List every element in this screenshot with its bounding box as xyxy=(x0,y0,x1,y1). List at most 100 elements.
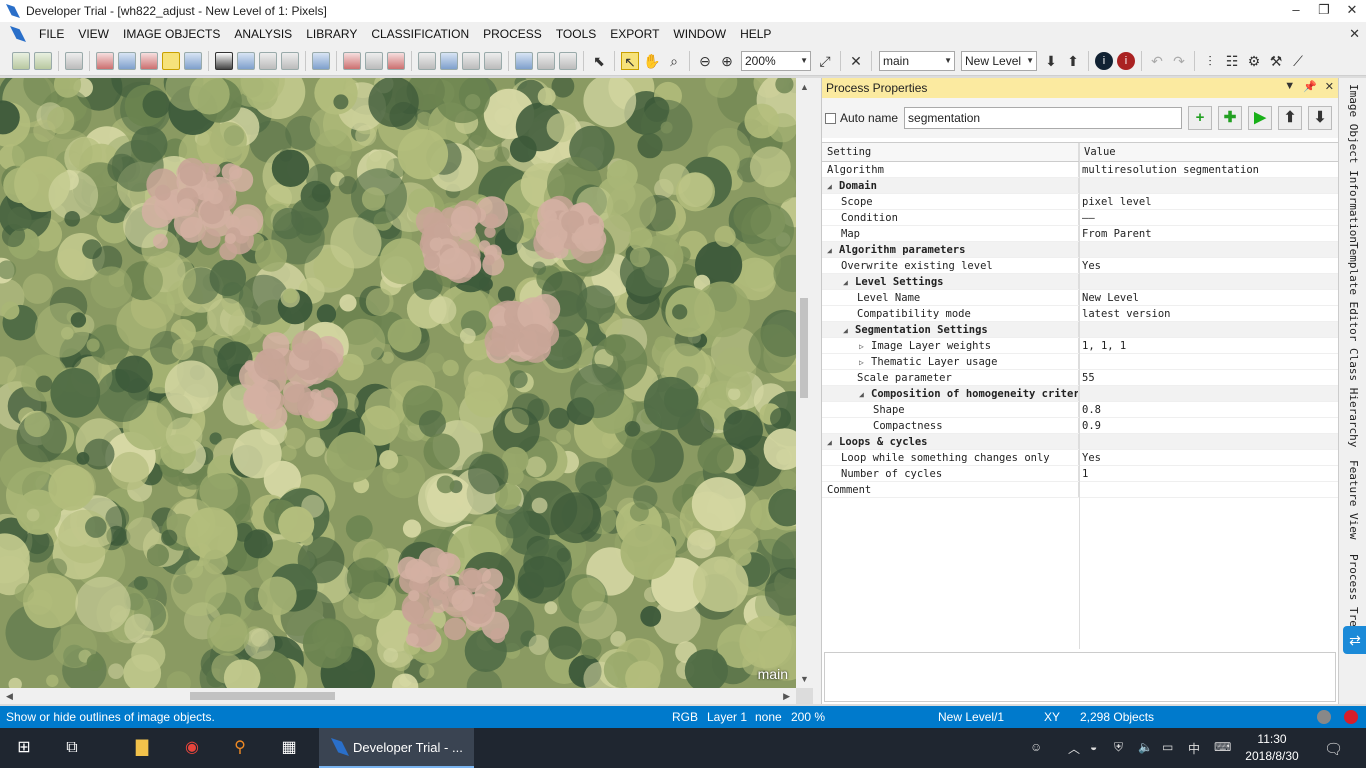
rule-set-icon[interactable] xyxy=(162,51,180,70)
menu-file[interactable]: FILE xyxy=(32,22,71,46)
zoom-to-window-icon[interactable]: ⤢ xyxy=(816,52,834,70)
pan-hand-icon[interactable]: ✋ xyxy=(643,52,661,70)
move-up-button[interactable]: ⬆ xyxy=(1278,106,1303,130)
process-name-input[interactable]: segmentation xyxy=(904,107,1183,129)
pin-icon[interactable]: 📌 xyxy=(1303,80,1317,93)
network-icon[interactable]: ▭ xyxy=(1162,740,1173,754)
people-icon[interactable]: ☺ xyxy=(1030,740,1042,754)
tools-icon[interactable]: ⚒ xyxy=(1267,52,1285,70)
table-row[interactable]: Compactness 0.9 xyxy=(822,418,1339,434)
value-cell[interactable]: From Parent xyxy=(1079,226,1339,241)
column-header-value[interactable]: Value xyxy=(1079,143,1339,161)
delete-level-icon[interactable]: ✕ xyxy=(847,52,865,70)
menu-process[interactable]: PROCESS xyxy=(476,22,549,46)
manage-parameters-icon[interactable]: ☷ xyxy=(1223,52,1241,70)
table-row[interactable]: ◢ Composition of homogeneity criterion xyxy=(822,386,1339,402)
process-tree-icon[interactable] xyxy=(118,51,136,70)
table-row[interactable]: ◢ Algorithm parameters xyxy=(822,242,1339,258)
value-cell[interactable] xyxy=(1079,242,1339,257)
auto-name-checkbox[interactable] xyxy=(825,112,836,124)
object-table-icon[interactable] xyxy=(515,51,533,70)
help-icon[interactable]: i xyxy=(1117,51,1135,70)
collapse-icon[interactable]: ◢ xyxy=(827,179,839,193)
column-header-setting[interactable]: Setting xyxy=(822,143,1079,161)
tray-app-icon[interactable]: ◒ xyxy=(1090,740,1097,754)
color-mode-icon[interactable] xyxy=(365,51,383,70)
table-row[interactable]: ◢ Level Settings xyxy=(822,274,1339,290)
table-row[interactable]: ◢ Segmentation Settings xyxy=(822,322,1339,338)
file-explorer-icon[interactable]: ▇ xyxy=(130,736,154,760)
load-image-icon[interactable] xyxy=(12,51,30,70)
minimize-button[interactable]: – xyxy=(1282,0,1310,22)
scroll-right-icon[interactable]: ▶ xyxy=(783,688,790,704)
table-row[interactable]: Number of cycles 1 xyxy=(822,466,1339,482)
table-row[interactable]: Map From Parent xyxy=(822,226,1339,242)
table-row[interactable]: Overwrite existing level Yes xyxy=(822,258,1339,274)
table-row[interactable]: Scope pixel level xyxy=(822,194,1339,210)
collapse-icon[interactable]: ◢ xyxy=(827,243,839,257)
table-row[interactable]: ▷ Thematic Layer usage xyxy=(822,354,1339,370)
manual-edit-icon[interactable] xyxy=(559,51,577,70)
clock[interactable]: 11:30 2018/8/30 xyxy=(1242,731,1302,765)
side-by-side-icon[interactable] xyxy=(462,51,480,70)
collapse-icon[interactable]: ◢ xyxy=(827,435,839,449)
view-layers-icon[interactable] xyxy=(215,51,233,70)
map-select[interactable]: main ▼ xyxy=(879,50,955,71)
menu-classification[interactable]: CLASSIFICATION xyxy=(364,22,476,46)
zoom-out-icon[interactable]: ⊖ xyxy=(696,52,714,70)
value-cell[interactable]: latest version xyxy=(1079,306,1339,321)
menu-help[interactable]: HELP xyxy=(733,22,778,46)
value-cell[interactable]: pixel level xyxy=(1079,194,1339,209)
collapse-icon[interactable]: ◢ xyxy=(859,387,871,401)
horizontal-scrollbar[interactable]: ◀ ▶ xyxy=(0,688,796,704)
accuracy-icon[interactable]: ⟋ xyxy=(1289,52,1307,70)
expand-icon[interactable]: ▷ xyxy=(859,355,871,369)
menu-image-objects[interactable]: IMAGE OBJECTS xyxy=(116,22,227,46)
customize-icon[interactable]: ⚙ xyxy=(1245,52,1263,70)
add-child-process-button[interactable]: ✚ xyxy=(1218,106,1243,130)
keyboard-icon[interactable]: ⌨ xyxy=(1214,740,1231,754)
restore-button[interactable]: ❐ xyxy=(1310,0,1338,22)
value-cell[interactable] xyxy=(1079,386,1339,401)
image-viewer[interactable]: main xyxy=(0,78,796,688)
redo-icon[interactable]: ↷ xyxy=(1170,52,1188,70)
menu-analysis[interactable]: ANALYSIS xyxy=(227,22,299,46)
horizontal-scroll-thumb[interactable] xyxy=(190,692,335,700)
object-outlines-icon[interactable] xyxy=(312,51,330,70)
single-view-icon[interactable] xyxy=(418,51,436,70)
search-app-icon[interactable]: ⚲ xyxy=(228,736,252,760)
panel-menu-icon[interactable]: ▼ xyxy=(1284,80,1295,93)
globe-icon[interactable] xyxy=(184,51,202,70)
notifications-icon[interactable]: 🗨 xyxy=(1324,740,1343,758)
move-down-button[interactable]: ⬇ xyxy=(1308,106,1333,130)
chrome-icon[interactable]: ◉ xyxy=(180,736,204,760)
view-samples-icon[interactable] xyxy=(259,51,277,70)
value-cell[interactable]: multiresolution segmentation xyxy=(1079,162,1339,177)
swipe-view-icon[interactable] xyxy=(484,51,502,70)
view-classification-icon[interactable] xyxy=(237,51,255,70)
class-hierarchy-icon[interactable] xyxy=(140,51,158,70)
value-cell[interactable]: Yes xyxy=(1079,258,1339,273)
panel-close-icon[interactable]: ✕ xyxy=(1325,80,1334,93)
document-close-button[interactable]: ✕ xyxy=(1349,26,1360,42)
value-cell[interactable]: New Level xyxy=(1079,290,1339,305)
save-project-icon[interactable] xyxy=(65,51,83,70)
image-equalize-icon[interactable] xyxy=(387,51,405,70)
panel-splitter[interactable] xyxy=(813,78,821,704)
scroll-up-icon[interactable]: ▲ xyxy=(796,82,813,92)
table-row[interactable]: ◢ Loops & cycles xyxy=(822,434,1339,450)
table-row[interactable]: ▷ Image Layer weights 1, 1, 1 xyxy=(822,338,1339,354)
tab-class-hierarchy[interactable]: Class Hierarchy xyxy=(1341,348,1365,447)
vertical-scroll-thumb[interactable] xyxy=(800,298,808,398)
close-button[interactable]: ✕ xyxy=(1338,0,1366,22)
open-project-icon[interactable] xyxy=(34,51,52,70)
table-row[interactable]: Algorithm multiresolution segmentation xyxy=(822,162,1339,178)
level-select[interactable]: New Level ▼ xyxy=(961,50,1037,71)
value-cell[interactable]: 1, 1, 1 xyxy=(1079,338,1339,353)
table-row[interactable]: ◢ Domain xyxy=(822,178,1339,194)
info-icon[interactable]: i xyxy=(1095,51,1113,70)
manage-variables-icon[interactable]: ⫶ xyxy=(1201,52,1219,70)
table-row[interactable]: Level Name New Level xyxy=(822,290,1339,306)
select-cursor-icon[interactable]: ↖ xyxy=(621,51,639,70)
table-row[interactable]: Compatibility mode latest version xyxy=(822,306,1339,322)
